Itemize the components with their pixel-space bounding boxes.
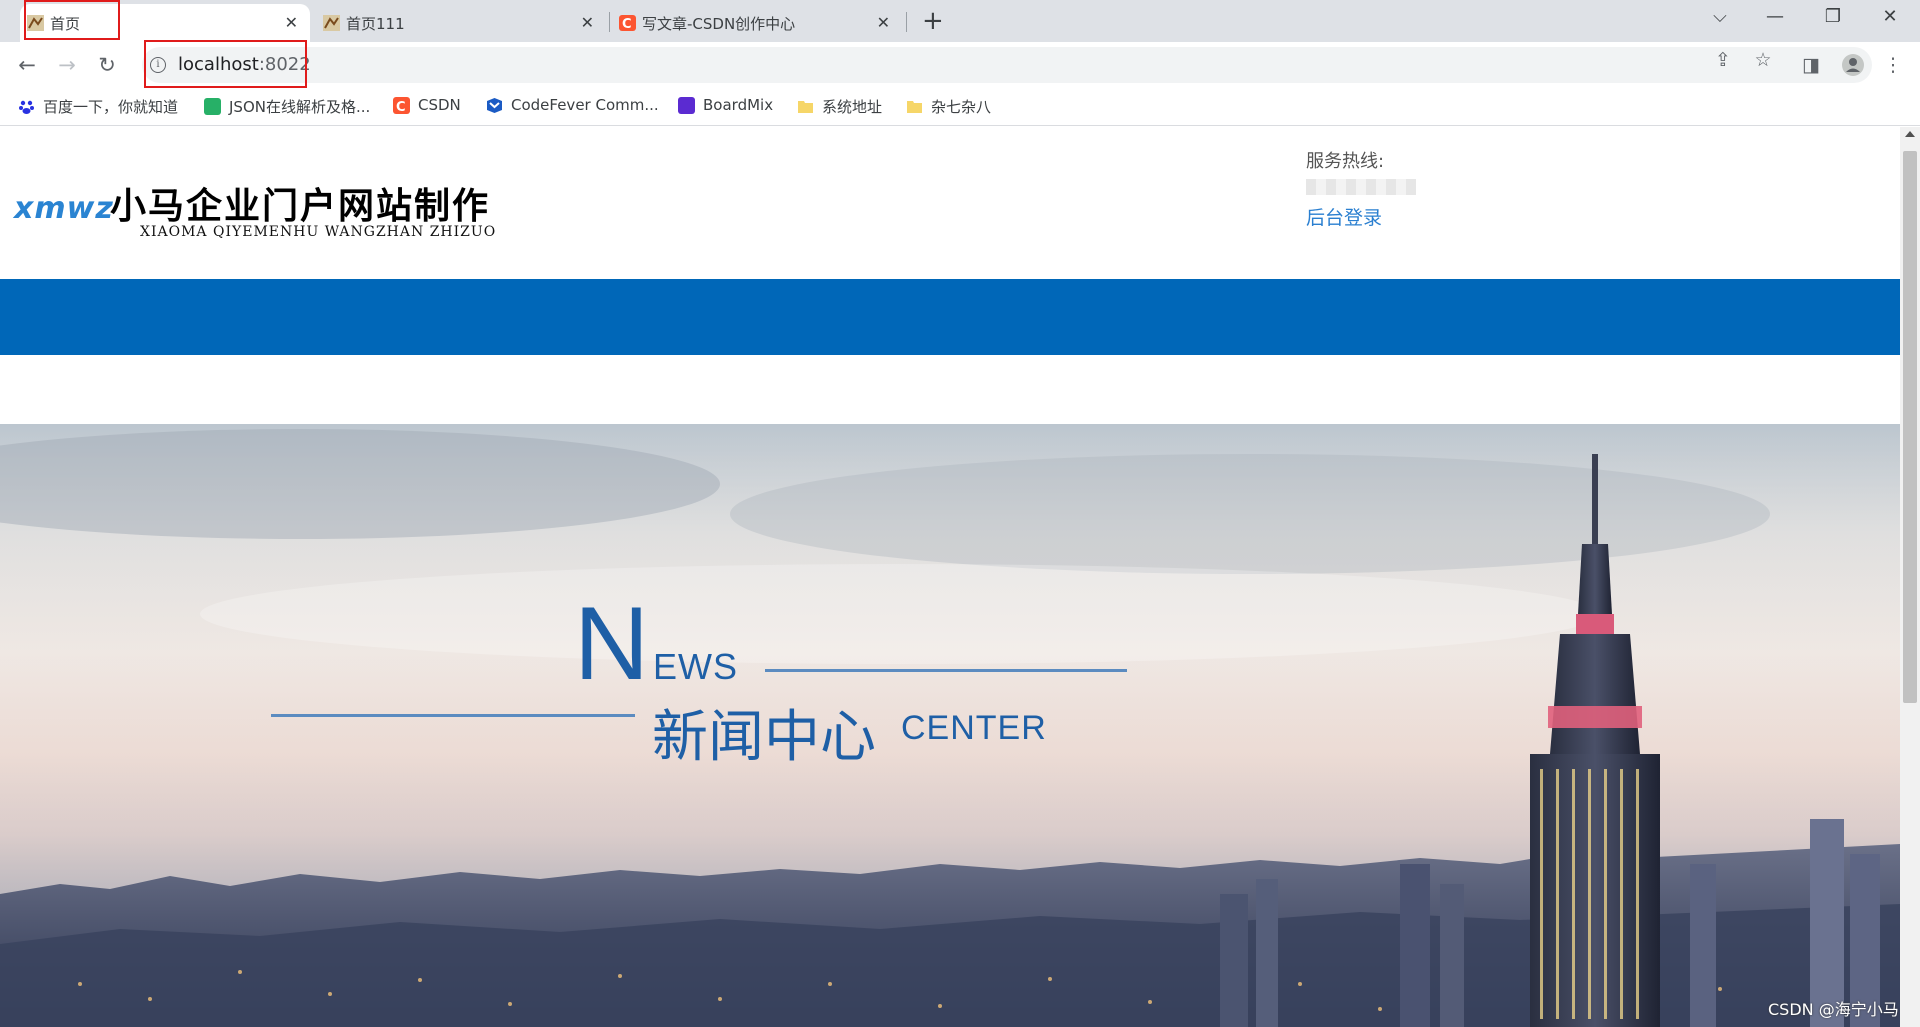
admin-login-link[interactable]: 后台登录 bbox=[1306, 203, 1416, 230]
bookmark-json[interactable]: JSON在线解析及格... bbox=[204, 96, 370, 117]
bookmark-boardmix[interactable]: BoardMix bbox=[678, 96, 773, 114]
logo-name: 小马企业门户网站制作 bbox=[110, 186, 491, 227]
tab-separator bbox=[906, 12, 907, 32]
minimize-button[interactable]: — bbox=[1760, 6, 1790, 27]
bookmark-label: BoardMix bbox=[703, 96, 774, 114]
page-scrollbar[interactable] bbox=[1900, 127, 1920, 1027]
tab-separator bbox=[609, 12, 610, 32]
folder-icon bbox=[906, 98, 923, 115]
csdn-icon: C bbox=[393, 96, 410, 115]
web-page: xmwz 小马企业门户网站制作 XIAOMA QIYEMENHU WANGZHA… bbox=[0, 127, 1900, 1027]
boardmix-icon bbox=[678, 96, 695, 114]
heading-divider-bottom bbox=[271, 714, 635, 717]
heading-divider-top bbox=[765, 669, 1127, 672]
service-hotline-number-blurred bbox=[1306, 179, 1416, 195]
heading-center: CENTER bbox=[901, 709, 1047, 747]
address-bar[interactable]: i localhost:8022 ⇪ ☆ bbox=[142, 47, 1872, 83]
share-icon[interactable]: ⇪ bbox=[1710, 47, 1736, 73]
tab-home-111[interactable]: 首页111 ✕ bbox=[316, 4, 606, 42]
menu-icon[interactable]: ⋮ bbox=[1880, 52, 1906, 78]
tab-close-icon[interactable]: ✕ bbox=[285, 13, 298, 32]
tab-title: 首页111 bbox=[346, 14, 405, 33]
bookmark-label: JSON在线解析及格... bbox=[229, 98, 371, 116]
tab-search-icon[interactable]: ⌵ bbox=[1705, 6, 1735, 27]
heading-letters-ews: EWS bbox=[653, 646, 739, 687]
logo-pinyin: XIAOMA QIYEMENHU WANGZHAN ZHIZUO bbox=[140, 224, 497, 240]
logo-mark: xmwz bbox=[14, 191, 114, 226]
main-nav-bar bbox=[0, 279, 1900, 355]
forward-button[interactable]: → bbox=[53, 51, 81, 79]
tab-strip: 首页 ✕ 首页111 ✕ C 写文章-CSDN创作中心 ✕ + ⌵ — ❐ ✕ bbox=[0, 0, 1920, 42]
tab-title: 写文章-CSDN创作中心 bbox=[642, 14, 796, 33]
scrollbar-thumb[interactable] bbox=[1903, 151, 1917, 703]
url-highlight bbox=[144, 40, 307, 88]
bookmark-codefever[interactable]: CodeFever Comm... bbox=[486, 96, 659, 114]
heading-chinese-title: 新闻中心 bbox=[652, 705, 876, 770]
bookmark-label: 杂七杂八 bbox=[931, 98, 992, 116]
svg-text:C: C bbox=[396, 100, 406, 114]
json-icon bbox=[204, 98, 221, 115]
baidu-icon bbox=[18, 98, 35, 115]
bookmark-csdn[interactable]: C CSDN bbox=[393, 96, 461, 115]
new-tab-button[interactable]: + bbox=[922, 6, 944, 36]
watermark-text: CSDN @海宁小马 bbox=[1768, 1000, 1899, 1019]
reload-button[interactable]: ↻ bbox=[93, 51, 121, 79]
tab-csdn-write[interactable]: C 写文章-CSDN创作中心 ✕ bbox=[612, 4, 902, 42]
side-panel-icon[interactable]: ◨ bbox=[1798, 52, 1824, 78]
scroll-up-arrow-icon[interactable] bbox=[1905, 131, 1915, 137]
tab-close-icon[interactable]: ✕ bbox=[581, 13, 594, 32]
news-banner: N EWS 新闻中心 CENTER bbox=[0, 424, 1900, 1027]
folder-icon bbox=[797, 98, 814, 115]
close-window-button[interactable]: ✕ bbox=[1875, 6, 1905, 27]
bookmark-folder-system[interactable]: 系统地址 bbox=[797, 96, 882, 117]
service-hotline-label: 服务热线: bbox=[1306, 151, 1385, 172]
restore-button[interactable]: ❐ bbox=[1818, 6, 1848, 27]
site-header: xmwz 小马企业门户网站制作 XIAOMA QIYEMENHU WANGZHA… bbox=[0, 127, 1900, 279]
bookmarks-bar: 百度一下，你就知道 JSON在线解析及格... C CSDN CodeFever… bbox=[0, 88, 1920, 126]
active-tab-highlight bbox=[24, 0, 120, 40]
bookmark-label: CSDN bbox=[418, 96, 461, 114]
bookmark-folder-misc[interactable]: 杂七杂八 bbox=[906, 96, 991, 117]
profile-icon[interactable] bbox=[1840, 52, 1866, 78]
bookmark-label: 百度一下，你就知道 bbox=[43, 98, 179, 116]
svg-text:C: C bbox=[622, 17, 632, 31]
tab-favicon-icon bbox=[323, 15, 340, 31]
codefever-icon bbox=[486, 97, 503, 114]
news-center-heading: N EWS 新闻中心 CENTER bbox=[0, 424, 1900, 1027]
csdn-favicon-icon: C bbox=[619, 15, 636, 32]
bookmark-label: 系统地址 bbox=[822, 98, 883, 116]
bookmark-baidu[interactable]: 百度一下，你就知道 bbox=[18, 96, 178, 117]
star-icon[interactable]: ☆ bbox=[1750, 47, 1776, 73]
back-button[interactable]: ← bbox=[13, 51, 41, 79]
bookmark-label: CodeFever Comm... bbox=[511, 96, 659, 114]
tab-close-icon[interactable]: ✕ bbox=[877, 13, 890, 32]
service-info: 服务热线: 后台登录 bbox=[1306, 147, 1416, 230]
heading-letter-n: N bbox=[574, 586, 650, 702]
